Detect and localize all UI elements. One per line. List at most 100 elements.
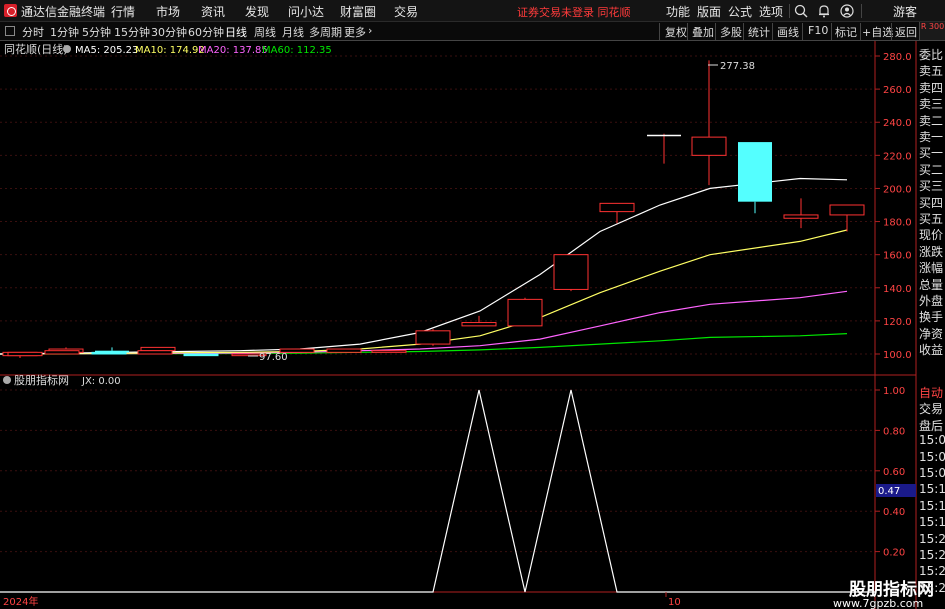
- price-tick-label: 260.0: [883, 85, 912, 96]
- price-axis: 280.0 260.0 240.0 220.0 200.0 180.0 160.0 140.0…: [875, 52, 912, 361]
- menu-item-layout[interactable]: 版面: [697, 3, 721, 20]
- side-panel-label: 总量: [919, 277, 944, 292]
- stock-name-label: 同花顺(日线): [4, 42, 68, 56]
- side-panel-label: 现价: [919, 228, 944, 243]
- side-panel-label: 换手: [919, 310, 944, 325]
- bell-icon[interactable]: [816, 3, 832, 19]
- period-monthly[interactable]: 月线: [282, 24, 304, 40]
- period-30min[interactable]: 30分钟: [151, 24, 187, 40]
- ma10-legend: MA10: 174.92: [135, 45, 205, 56]
- jx-legend: JX: 0.00: [81, 376, 121, 387]
- side-panel-label: 15:12: [919, 498, 945, 513]
- search-icon[interactable]: [793, 3, 809, 19]
- tool-statistics[interactable]: 统计: [748, 24, 770, 40]
- period-toolbar: 分时 1分钟 5分钟 15分钟 30分钟 60分钟 日线 周线 月线 多周期 更…: [0, 22, 945, 41]
- candle-body: [553, 254, 589, 290]
- menu-item-news[interactable]: 资讯: [201, 3, 225, 20]
- price-grid: [0, 55, 875, 355]
- side-panel-label: 卖二: [919, 113, 944, 128]
- indicator-name-label: 股朋指标网: [14, 373, 69, 387]
- tool-restore-rights[interactable]: 复权: [665, 24, 687, 40]
- indicator-axis: 1.00 0.80 0.60 0.40 0.20: [875, 386, 905, 559]
- menu-item-market[interactable]: 市场: [156, 3, 180, 20]
- candle-body: [599, 202, 635, 213]
- menu-item-trade[interactable]: 交易: [394, 3, 418, 20]
- candle-body: [783, 214, 819, 219]
- side-panel-badge[interactable]: R 300: [919, 22, 945, 40]
- side-panel-label: 买一: [919, 146, 944, 161]
- period-multi[interactable]: 多周期: [309, 24, 342, 40]
- tool-draw-line[interactable]: 画线: [777, 24, 799, 40]
- menu-item-discover[interactable]: 发现: [245, 3, 269, 20]
- side-panel-label: 15:11: [919, 482, 945, 497]
- guest-login[interactable]: 游客: [893, 3, 917, 20]
- period-daily[interactable]: 日线: [225, 24, 247, 40]
- candlesticks: [2, 60, 865, 358]
- period-more[interactable]: 更多: [344, 24, 366, 40]
- title-bar: 通达信金融终端 行情 市场 资讯 发现 问小达 财富圈 交易 证券交易未登录 同…: [0, 0, 945, 22]
- price-tick-label: 200.0: [883, 184, 912, 195]
- period-timeshare[interactable]: 分时: [22, 24, 44, 40]
- side-panel-label: 买二: [919, 162, 944, 177]
- menu-item-formula[interactable]: 公式: [728, 3, 752, 20]
- side-panel-label: 15:21: [919, 531, 945, 546]
- candle-body: [829, 204, 865, 216]
- menu-item-ask[interactable]: 问小达: [288, 3, 324, 20]
- high-value-label: 277.38: [720, 61, 755, 72]
- tool-mark[interactable]: 标记: [835, 24, 857, 40]
- candle: [326, 348, 362, 353]
- settings-icon[interactable]: [3, 376, 11, 384]
- period-15min[interactable]: 15分钟: [114, 24, 150, 40]
- tool-add-watchlist[interactable]: +自选: [862, 24, 893, 40]
- more-chevron-icon[interactable]: ›: [368, 24, 372, 37]
- main-legend: 同花顺(日线) MA5: 205.23 MA10: 174.92 MA20: 1…: [4, 42, 332, 56]
- candle-body: [461, 322, 497, 327]
- side-panel-label: 15:24: [919, 548, 945, 562]
- login-notice[interactable]: 证券交易未登录 同花顺: [517, 4, 631, 20]
- user-icon[interactable]: [839, 3, 855, 19]
- indicator-legend: 股朋指标网 JX: 0.00: [3, 373, 121, 387]
- side-panel-label: 卖一: [919, 130, 944, 144]
- price-tick-label: 240.0: [883, 118, 912, 129]
- candle-body: [371, 350, 407, 353]
- toolbar-toggle-icon[interactable]: [5, 26, 15, 36]
- app-title: 通达信金融终端: [21, 5, 106, 19]
- candle-body: [415, 330, 451, 345]
- candle: [829, 204, 865, 232]
- ma5-line: [0, 177, 848, 355]
- settings-icon[interactable]: [63, 45, 71, 53]
- menu-item-wealth[interactable]: 财富圈: [340, 3, 376, 20]
- candle-body: [7, 351, 43, 357]
- candle-body: [137, 350, 173, 355]
- menu-item-function[interactable]: 功能: [666, 3, 690, 20]
- candle-body: [738, 142, 772, 202]
- period-weekly[interactable]: 周线: [254, 24, 276, 40]
- side-panel-label: 15:04: [919, 433, 945, 448]
- chart-area[interactable]: 280.0 260.0 240.0 220.0 200.0 180.0 160.0 140.0…: [0, 41, 945, 609]
- candle-body: [91, 351, 127, 355]
- candle: [738, 142, 772, 214]
- auto-toggle[interactable]: 自动: [919, 384, 943, 401]
- candle: [183, 353, 219, 357]
- menu-item-options[interactable]: 选项: [759, 3, 783, 20]
- price-tick-label: 100.0: [883, 350, 912, 361]
- candle: [415, 329, 451, 346]
- period-5min[interactable]: 5分钟: [82, 24, 111, 40]
- tool-multi-stock[interactable]: 多股: [720, 24, 742, 40]
- side-panel-label: 卖三: [919, 97, 944, 112]
- indicator-current-value: 0.47: [878, 486, 900, 497]
- period-1min[interactable]: 1分钟: [50, 24, 79, 40]
- tool-f10[interactable]: F10: [808, 24, 828, 37]
- price-tick-label: 220.0: [883, 151, 912, 162]
- side-panel-label: 买三: [919, 179, 944, 194]
- side-panel-label: 15:14: [919, 515, 945, 530]
- tool-overlay[interactable]: 叠加: [692, 24, 714, 40]
- tool-back[interactable]: 返回: [895, 24, 917, 40]
- jx-indicator-line: [0, 389, 875, 593]
- candle: [783, 198, 819, 229]
- ma60-legend: MA60: 112.35: [262, 45, 332, 56]
- indicator-tick-label: 0.60: [883, 467, 905, 478]
- menu-item-quotes[interactable]: 行情: [111, 3, 135, 20]
- period-60min[interactable]: 60分钟: [188, 24, 224, 40]
- divider: [789, 4, 790, 18]
